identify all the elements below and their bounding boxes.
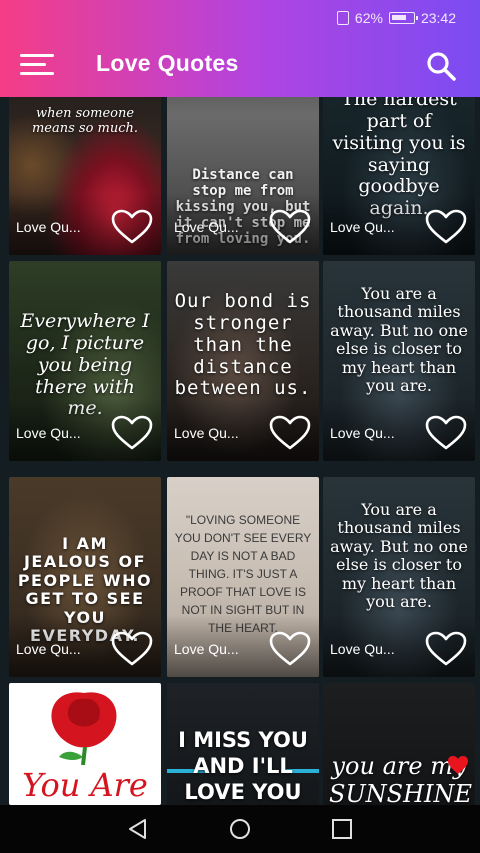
card-label: Love Qu... bbox=[330, 425, 395, 441]
card-label: Love Qu... bbox=[330, 219, 395, 235]
heart-outline-icon[interactable] bbox=[425, 631, 467, 667]
page-title: Love Quotes bbox=[96, 50, 239, 76]
quote-card[interactable]: I AM JEALOUS OF PEOPLE WHO GET TO SEE YO… bbox=[9, 477, 161, 677]
card-label: Love Qu... bbox=[174, 219, 239, 235]
quote-text: You are a thousand miles away. But no on… bbox=[330, 284, 468, 395]
quotes-grid: when someone means so much. Love Qu... D… bbox=[0, 97, 480, 805]
heart-outline-icon[interactable] bbox=[269, 631, 311, 667]
card-label: Love Qu... bbox=[174, 641, 239, 657]
heart-filled-icon bbox=[448, 756, 468, 774]
quote-text: Our bond is stronger than the distance b… bbox=[174, 290, 312, 400]
card-label: Love Qu... bbox=[16, 219, 81, 235]
heart-outline-icon[interactable] bbox=[425, 415, 467, 451]
quote-card[interactable]: Our bond is stronger than the distance b… bbox=[167, 261, 319, 461]
rose-icon bbox=[51, 692, 117, 765]
quote-text: You Are bbox=[22, 766, 148, 804]
quote-card[interactable]: Distance can stop me from kissing you, b… bbox=[167, 97, 319, 255]
heart-outline-icon[interactable] bbox=[425, 209, 467, 245]
hamburger-menu-icon[interactable] bbox=[20, 54, 54, 76]
battery-percent: 62% bbox=[354, 10, 383, 26]
quote-text: I MISS YOU AND I'LL LOVE YOU bbox=[178, 728, 308, 804]
recents-square-icon[interactable] bbox=[330, 817, 354, 841]
quote-card[interactable]: You Are bbox=[9, 683, 161, 805]
heart-outline-icon[interactable] bbox=[269, 415, 311, 451]
quote-card[interactable]: you are my SUNSHINE bbox=[323, 683, 475, 805]
back-triangle-icon[interactable] bbox=[126, 817, 150, 841]
status-bar: 62% 23:42 bbox=[336, 8, 456, 28]
heart-outline-icon[interactable] bbox=[111, 631, 153, 667]
quote-card[interactable]: "LOVING SOMEONE YOU DON'T SEE EVERY DAY … bbox=[167, 477, 319, 677]
battery-icon bbox=[388, 12, 418, 24]
card-label: Love Qu... bbox=[174, 425, 239, 441]
app-header: 62% 23:42 Love Quotes bbox=[0, 0, 480, 97]
quote-card[interactable]: The hardest part of visiting you is sayi… bbox=[323, 97, 475, 255]
quote-card[interactable]: You are a thousand miles away. But no on… bbox=[323, 261, 475, 461]
heart-outline-icon[interactable] bbox=[111, 415, 153, 451]
home-circle-icon[interactable] bbox=[228, 817, 252, 841]
quote-card[interactable]: when someone means so much. Love Qu... bbox=[9, 97, 161, 255]
system-nav-bar bbox=[0, 805, 480, 853]
search-icon[interactable] bbox=[425, 50, 457, 82]
heart-outline-icon[interactable] bbox=[269, 209, 311, 245]
quote-text: when someone means so much. bbox=[31, 106, 139, 136]
quote-card[interactable]: Everywhere I go, I picture you being the… bbox=[9, 261, 161, 461]
vibrate-icon bbox=[336, 11, 349, 25]
quote-card[interactable]: You are a thousand miles away. But no on… bbox=[323, 477, 475, 677]
heart-outline-icon[interactable] bbox=[111, 209, 153, 245]
card-label: Love Qu... bbox=[16, 425, 81, 441]
card-label: Love Qu... bbox=[330, 641, 395, 657]
quote-card[interactable]: I MISS YOU AND I'LL LOVE YOU bbox=[167, 683, 319, 805]
status-time: 23:42 bbox=[420, 10, 456, 26]
card-label: Love Qu... bbox=[16, 641, 81, 657]
quote-text: You are a thousand miles away. But no on… bbox=[330, 500, 468, 611]
